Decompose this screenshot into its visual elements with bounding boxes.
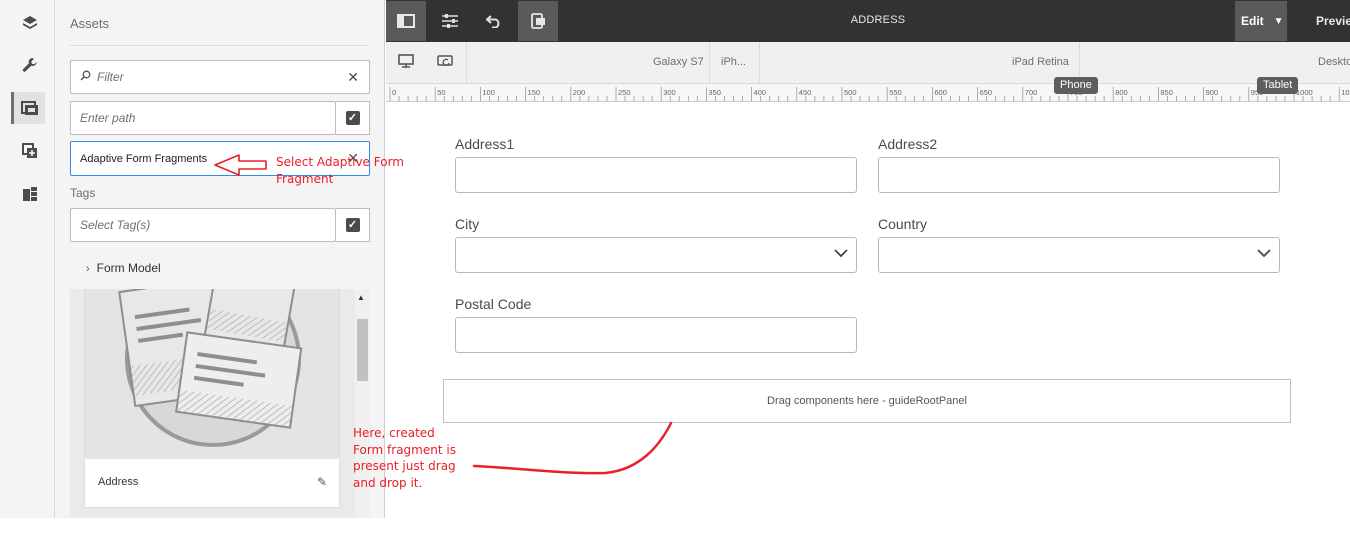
chevron-down-icon [834, 246, 848, 261]
fragment-thumbnail-icon [85, 289, 339, 459]
tablet-breakpoint-marker[interactable]: Tablet [1257, 77, 1299, 94]
desktop-icon[interactable] [398, 54, 414, 71]
ruler-tick-label: 850 [1160, 88, 1173, 97]
path-browse-button[interactable]: ✓ [336, 101, 370, 135]
ruler-tick-label: 450 [799, 88, 812, 97]
postal-code-field[interactable] [455, 317, 857, 353]
mode-selector-button[interactable]: Edit ▼ [1235, 1, 1287, 41]
tags-label: Tags [70, 186, 96, 200]
scroll-up-arrow-icon[interactable]: ▲ [357, 293, 365, 302]
ruler-tick-label: 500 [844, 88, 857, 97]
ruler-tick-label: 400 [754, 88, 767, 97]
address1-field[interactable] [455, 157, 857, 193]
app-window: { "rail": { "items": [ {"icon": "layers-… [0, 0, 1350, 543]
ruler-tick-label: 350 [708, 88, 721, 97]
form-model-label: Form Model [96, 261, 161, 275]
ruler-tick-label: 700 [1025, 88, 1038, 97]
tags-picker-button[interactable]: ✓ [336, 208, 370, 242]
address2-field[interactable] [878, 157, 1280, 193]
ruler-tick-label: 1050 [1341, 88, 1350, 97]
wrench-icon[interactable] [14, 49, 46, 81]
asset-type-value: Adaptive Form Fragments [80, 152, 208, 165]
ruler-tick-label: 650 [980, 88, 993, 97]
country-dropdown[interactable] [878, 237, 1280, 273]
drag-annotation-text: Here, created Form fragment is present j… [353, 426, 456, 490]
chevron-down-icon: ▼ [1273, 15, 1284, 27]
path-input[interactable]: Enter path [70, 101, 336, 135]
side-rail [0, 0, 55, 518]
ruler-ticks: 0 50 100 150 200 250 300 350 400 450 500 550 600 650 7… [389, 87, 1350, 101]
phone-breakpoint-marker[interactable]: Phone [1054, 77, 1098, 94]
add-components-icon[interactable] [14, 135, 46, 167]
form-model-toggle[interactable]: › Form Model [86, 261, 161, 275]
layers-icon[interactable] [14, 7, 46, 39]
assets-panel: Assets Filter ✕ Enter path ✓ Adaptive Fo… [55, 0, 385, 518]
city-label: City [455, 216, 480, 232]
panel-divider [70, 45, 369, 46]
rotate-device-icon[interactable] [437, 54, 454, 71]
ruler: 0 50 100 150 200 250 300 350 400 450 500 550 600 650 7… [386, 84, 1350, 102]
device-ipad-retina[interactable]: iPad Retina [1012, 56, 1069, 68]
pencil-icon[interactable]: ✎ [317, 475, 327, 489]
postal-code-label: Postal Code [455, 296, 532, 312]
checkbox-icon: ✓ [345, 218, 360, 232]
editor-toolbar: ADDRESS Edit ▼ Preview [386, 0, 1350, 42]
country-label: Country [878, 216, 928, 232]
ruler-tick-label: 0 [392, 88, 396, 97]
select-annotation-text: Select Adaptive Form Fragment [276, 155, 404, 186]
drop-zone[interactable]: Drag components here - guideRootPanel [443, 379, 1291, 423]
chevron-right-icon: › [86, 263, 90, 275]
window-bottom [0, 518, 1350, 543]
clear-filter-icon[interactable]: ✕ [347, 69, 359, 86]
asset-card[interactable]: Address ✎ [84, 289, 340, 508]
assets-icon[interactable] [11, 92, 45, 124]
tags-placeholder: Select Tag(s) [80, 218, 151, 232]
device-bar: Galaxy S7 iPh... iPad Retina Desktop [386, 42, 1350, 84]
asset-list: Address ✎ ▲ [70, 289, 370, 518]
chevron-down-icon [1257, 246, 1271, 261]
ruler-tick-label: 250 [618, 88, 631, 97]
divider [466, 42, 467, 83]
address2-label: Address2 [878, 136, 938, 152]
search-icon [71, 70, 91, 84]
divider [759, 42, 760, 83]
asset-card-name: Address [98, 476, 139, 488]
ruler-tick-label: 50 [437, 88, 445, 97]
device-iphone[interactable]: iPh... [721, 56, 746, 68]
ruler-tick-label: 900 [1206, 88, 1219, 97]
drop-zone-text: Drag components here - guideRootPanel [767, 395, 967, 407]
device-galaxy-s7[interactable]: Galaxy S7 [653, 56, 704, 68]
filter-placeholder: Filter [97, 70, 124, 84]
ruler-tick-label: 300 [663, 88, 676, 97]
tags-input[interactable]: Select Tag(s) [70, 208, 336, 242]
city-dropdown[interactable] [455, 237, 857, 273]
path-placeholder: Enter path [80, 111, 136, 125]
ruler-tick-label: 100 [482, 88, 495, 97]
divider [709, 42, 710, 83]
ruler-tick-label: 800 [1115, 88, 1128, 97]
filter-input[interactable]: Filter ✕ [70, 60, 370, 94]
panel-title: Assets [70, 16, 110, 31]
drag-curve-annotation [472, 421, 673, 475]
preview-button[interactable]: Preview [1316, 14, 1350, 28]
ruler-tick-label: 550 [889, 88, 902, 97]
ruler-tick-label: 150 [528, 88, 541, 97]
content-tree-icon[interactable] [14, 178, 46, 210]
scrollbar-thumb[interactable] [357, 319, 368, 381]
document-title: ADDRESS [850, 14, 906, 26]
mode-label: Edit [1241, 14, 1264, 28]
ruler-tick-label: 200 [573, 88, 586, 97]
device-desktop[interactable]: Desktop [1318, 56, 1350, 68]
ruler-tick-label: 1000 [1296, 88, 1313, 97]
checkbox-icon: ✓ [345, 111, 360, 125]
ruler-tick-label: 600 [934, 88, 947, 97]
address1-label: Address1 [455, 136, 515, 152]
